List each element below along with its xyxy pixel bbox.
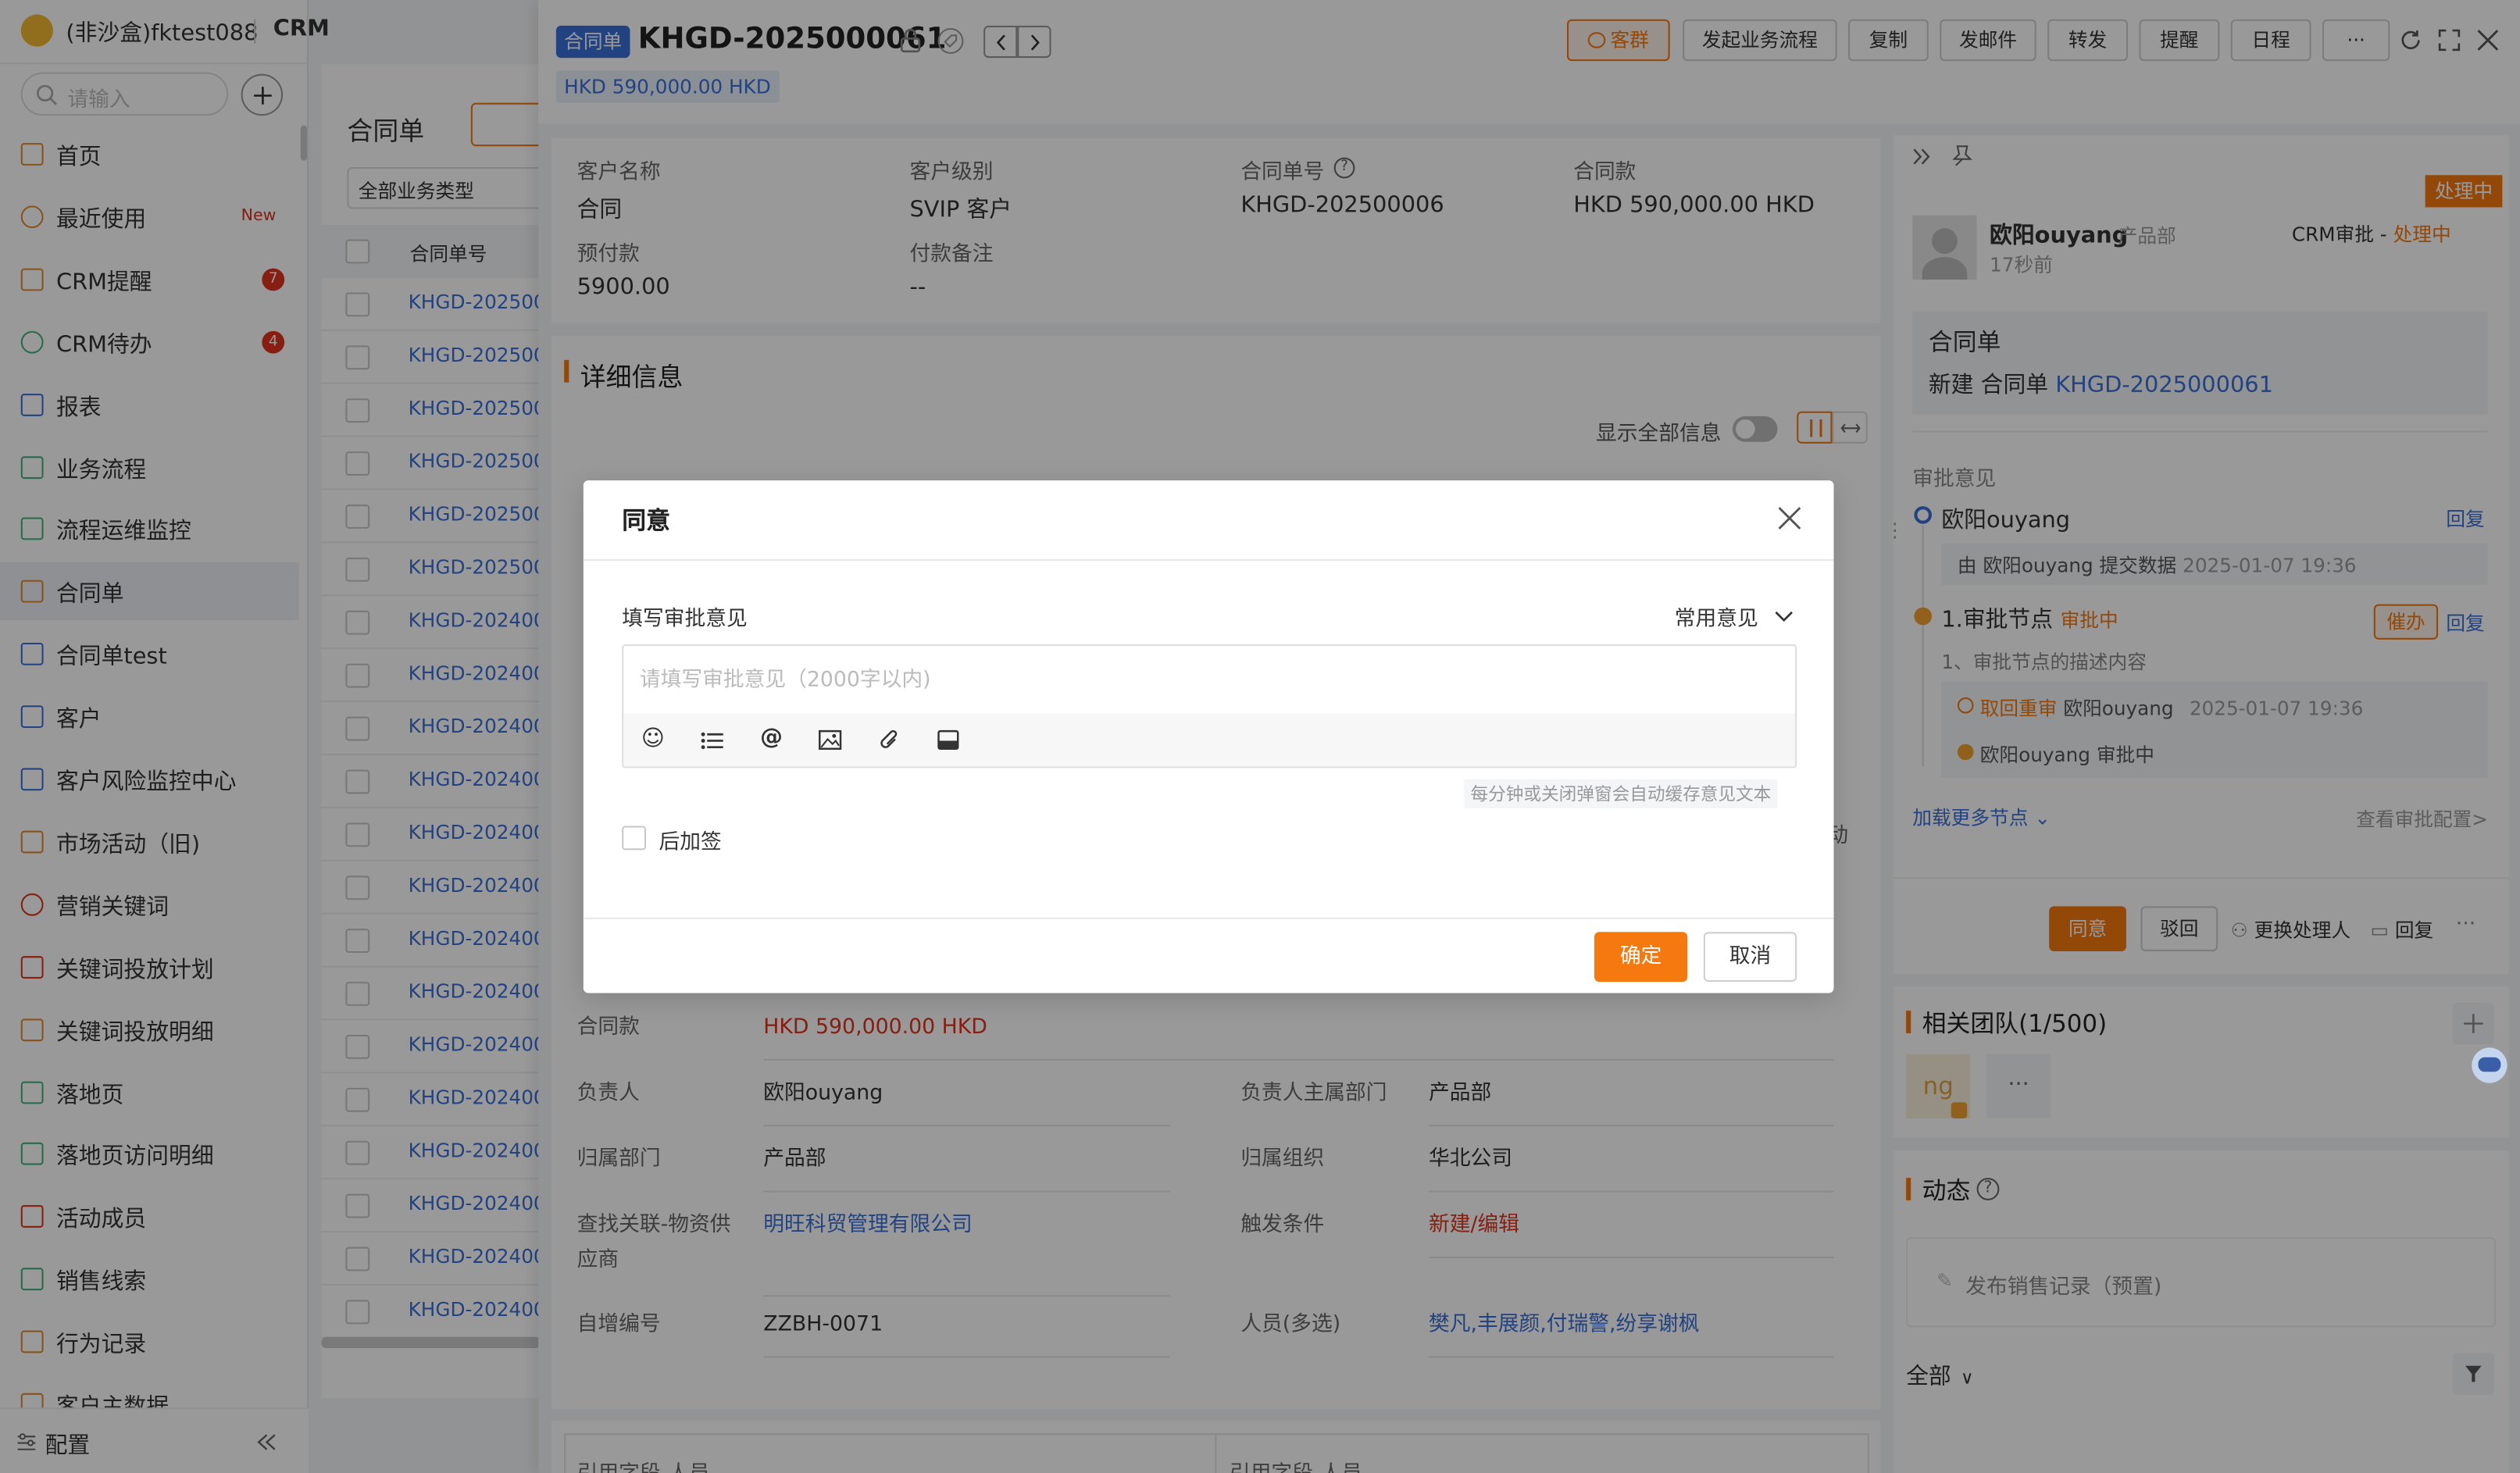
countersign-checkbox[interactable]: [622, 826, 647, 851]
image-icon[interactable]: [818, 729, 842, 751]
opinion-textarea[interactable]: 请填写审批意见（2000字以内): [640, 662, 1765, 711]
opinion-editor: 请填写审批意见（2000字以内) ☺ @: [622, 644, 1797, 769]
confirm-button[interactable]: 确定: [1594, 932, 1688, 983]
dialog-title: 同意: [622, 506, 670, 536]
cancel-button[interactable]: 取消: [1703, 932, 1797, 983]
emoji-icon[interactable]: ☺: [641, 726, 665, 752]
approve-dialog: 同意 填写审批意见 常用意见 请填写审批意见（2000字以内) ☺ @ 每分钟或…: [583, 480, 1834, 993]
editor-toolbar: ☺ @: [623, 713, 1796, 767]
opinion-label: 填写审批意见: [622, 607, 748, 632]
mention-icon[interactable]: @: [760, 725, 783, 751]
list-icon[interactable]: [701, 731, 723, 751]
countersign-label[interactable]: 后加签: [659, 824, 722, 855]
common-opinions-dropdown[interactable]: 常用意见: [1675, 601, 1794, 632]
attachment-icon[interactable]: [879, 728, 900, 752]
autosave-hint: 每分钟或关闭弹窗会自动缓存意见文本: [1464, 779, 1778, 808]
keyboard-icon[interactable]: [937, 729, 959, 751]
chevron-down-icon: [1775, 611, 1794, 622]
dialog-close-icon[interactable]: [1777, 506, 1801, 530]
assistant-robot-icon[interactable]: [2472, 1047, 2508, 1083]
